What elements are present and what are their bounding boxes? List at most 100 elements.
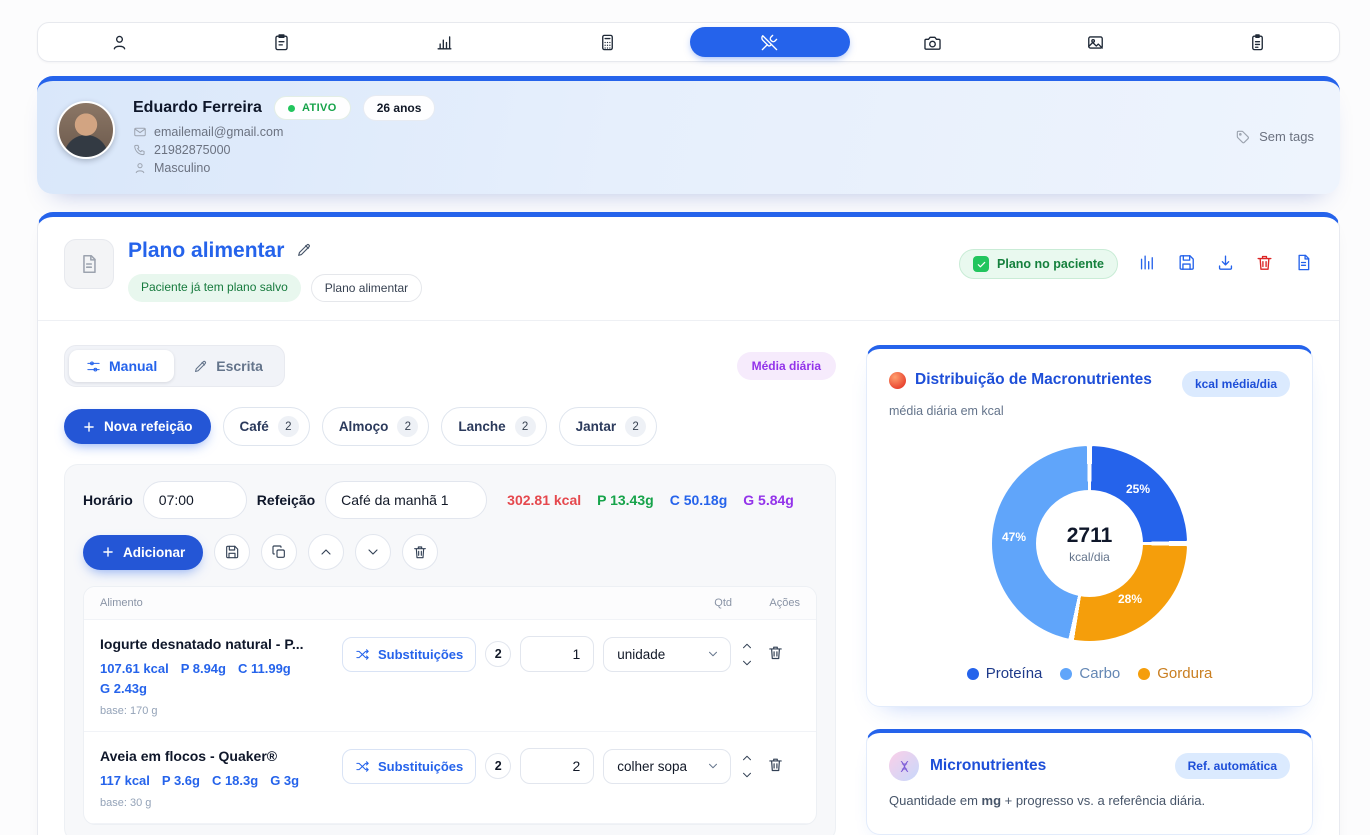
new-meal-button[interactable]: Nova refeição	[64, 409, 211, 444]
file-text-icon	[1294, 253, 1313, 272]
duplicate-meal-button[interactable]	[261, 534, 297, 570]
unit-select-value: unidade	[617, 647, 665, 662]
time-input[interactable]	[143, 481, 247, 519]
meal-fat: G 5.84g	[743, 492, 794, 508]
plan-actions: Plano no paciente	[959, 239, 1313, 279]
mode-toggle: Manual Escrita	[64, 345, 285, 387]
mail-icon	[133, 125, 147, 139]
edit-plan-button[interactable]	[296, 242, 312, 261]
chart-bars-icon	[435, 33, 454, 52]
tab-calculator[interactable]	[526, 23, 689, 61]
mode-escrita-button[interactable]: Escrita	[176, 350, 280, 382]
add-food-button[interactable]: Adicionar	[83, 535, 203, 570]
move-meal-down-button[interactable]	[355, 534, 391, 570]
chevron-down-icon	[706, 759, 720, 773]
move-meal-up-button[interactable]	[308, 534, 344, 570]
tab-photos[interactable]	[851, 23, 1014, 61]
utensils-crossed-icon	[760, 33, 779, 52]
meal-name-label: Refeição	[257, 492, 315, 508]
trash-icon	[1255, 253, 1274, 272]
macro-card-subtitle: média diária em kcal	[889, 404, 1290, 418]
legend-dot-proteina	[967, 668, 979, 680]
patient-info: Eduardo Ferreira ATIVO 26 anos emailemai…	[133, 95, 435, 175]
header-alimento: Alimento	[100, 597, 688, 609]
meal-tab-label: Almoço	[339, 419, 389, 434]
food-base: base: 30 g	[100, 797, 334, 809]
tab-patient[interactable]	[38, 23, 201, 61]
delete-meal-button[interactable]	[402, 534, 438, 570]
save-icon	[1177, 253, 1196, 272]
save-meal-button[interactable]	[214, 534, 250, 570]
food-kcal: 117 kcal	[100, 773, 150, 788]
save-icon	[224, 544, 240, 560]
food-name: Iogurte desnatado natural - P...	[100, 636, 334, 652]
micro-desc-post: + progresso vs. a referência diária.	[1001, 793, 1205, 808]
move-food-down-button[interactable]	[740, 656, 754, 670]
avatar	[57, 101, 115, 159]
tab-notes[interactable]	[1176, 23, 1339, 61]
meal-card: Horário Refeição 302.81 kcal P 13.43g C …	[64, 464, 836, 835]
save-button[interactable]	[1177, 253, 1196, 275]
move-food-down-button[interactable]	[740, 768, 754, 782]
meal-tab-lanche[interactable]: Lanche 2	[441, 407, 546, 446]
slice-label-gordura: 28%	[1118, 592, 1142, 606]
person-icon	[110, 33, 129, 52]
download-button[interactable]	[1216, 253, 1235, 275]
move-food-up-button[interactable]	[740, 639, 754, 653]
substitutions-label: Substituições	[378, 647, 463, 662]
meal-tab-almoco[interactable]: Almoço 2	[322, 407, 430, 446]
meal-carbs: C 50.18g	[670, 492, 728, 508]
meal-name-input[interactable]	[325, 481, 487, 519]
tab-charts[interactable]	[363, 23, 526, 61]
plan-saved-badge: Paciente já tem plano salvo	[128, 274, 301, 302]
plus-icon	[101, 545, 115, 559]
pencil-icon	[296, 242, 312, 258]
legend-proteina: Proteína	[967, 665, 1043, 682]
mode-escrita-label: Escrita	[216, 358, 263, 374]
notes-icon	[1248, 33, 1267, 52]
donut-total-kcal: 2711	[1067, 524, 1113, 548]
trash-icon	[767, 756, 784, 773]
unit-select[interactable]: unidade	[603, 637, 731, 672]
food-fat: G 2.43g	[100, 681, 147, 696]
download-icon	[1216, 253, 1235, 272]
macro-distribution-card: Distribuição de Macronutrientes kcal méd…	[866, 345, 1313, 707]
meal-tab-cafe[interactable]: Café 2	[223, 407, 310, 446]
tab-anamnesis[interactable]	[201, 23, 364, 61]
new-meal-label: Nova refeição	[104, 419, 193, 434]
unit-select[interactable]: colher sopa	[603, 749, 731, 784]
image-icon	[1086, 33, 1105, 52]
plan-header: Plano alimentar Paciente já tem plano sa…	[38, 217, 1339, 320]
tomato-icon	[889, 372, 906, 389]
library-button[interactable]	[1138, 253, 1157, 275]
substitutions-button[interactable]: Substituições	[342, 637, 476, 672]
mode-manual-button[interactable]: Manual	[69, 350, 174, 382]
delete-food-button[interactable]	[767, 644, 784, 664]
substitutions-button[interactable]: Substituições	[342, 749, 476, 784]
tab-meal-plan[interactable]	[689, 23, 852, 61]
meal-tab-jantar[interactable]: Jantar 2	[559, 407, 658, 446]
move-food-up-button[interactable]	[740, 751, 754, 765]
delete-food-button[interactable]	[767, 756, 784, 776]
donut-total-unit: kcal/dia	[1069, 550, 1110, 564]
tab-images[interactable]	[1014, 23, 1177, 61]
delete-plan-button[interactable]	[1255, 253, 1274, 275]
food-table: Alimento Qtd Ações Iogurte desnatado nat…	[83, 586, 817, 825]
quantity-input[interactable]	[520, 636, 594, 672]
slice-label-proteina: 25%	[1126, 482, 1150, 496]
quantity-input[interactable]	[520, 748, 594, 784]
micro-desc-unit: mg	[982, 793, 1002, 808]
tag-icon	[1235, 129, 1251, 145]
camera-icon	[923, 33, 942, 52]
export-document-button[interactable]	[1294, 253, 1313, 275]
tags-button[interactable]: Sem tags	[1235, 129, 1314, 145]
meal-protein: P 13.43g	[597, 492, 654, 508]
food-fat: G 3g	[270, 773, 299, 788]
meal-tab-count: 2	[625, 416, 646, 437]
macro-donut-chart: 2711 kcal/dia 25% 47% 28%	[992, 446, 1187, 641]
unit-select-value: colher sopa	[617, 759, 687, 774]
status-label: ATIVO	[302, 102, 337, 114]
food-name: Aveia em flocos - Quaker®	[100, 748, 334, 764]
daily-average-badge: Média diária	[737, 352, 836, 380]
food-protein: P 8.94g	[181, 661, 226, 676]
